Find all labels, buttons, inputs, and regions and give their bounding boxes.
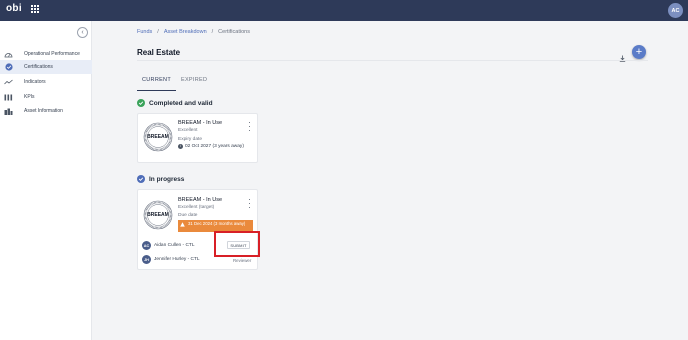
apps-grid-icon[interactable] [31,5,39,13]
breadcrumb-separator: / [211,29,214,35]
sidebar-item-indicators[interactable]: Indicators [0,75,92,89]
warning-icon [180,222,185,228]
seal-text: BREEAM [147,134,169,140]
tab-expired[interactable]: EXPIRED [176,74,212,91]
sidebar-item-label: Operational Performance [24,51,80,57]
section-completed-header: Completed and valid [137,99,213,107]
expiry-label: Expiry date [178,137,202,142]
certification-rating: Excellent (target) [178,205,215,210]
divider [137,60,648,61]
download-icon[interactable] [619,49,626,62]
sidebar-item-label: KPIs [24,94,35,100]
assignee-row: AC Aidan Cullen - CTL [142,241,195,250]
breeam-seal-icon: BREEAM [143,200,173,230]
certification-rating: Excellent [178,128,198,133]
section-in-progress-header: In progress [137,175,184,183]
sidebar-item-certifications[interactable]: Certifications [0,60,92,74]
certification-name: BREEAM - In Use [178,120,223,126]
tab-current[interactable]: CURRENT [137,74,176,91]
check-circle-icon [4,63,13,71]
avatar: JH [142,255,151,264]
certification-card-completed[interactable]: BREEAM BREEAM - In Use Excellent Expiry … [137,113,258,163]
check-circle-icon [137,175,145,183]
page-title: Real Estate [137,48,181,57]
due-date-label: Due date [178,213,198,218]
gauge-icon [4,50,13,58]
info-icon: i [178,144,183,149]
breadcrumb-asset-breakdown[interactable]: Asset Breakdown [164,29,207,35]
highlight-box [214,231,260,257]
sidebar-item-label: Certifications [24,64,53,70]
top-bar: obi AC [0,0,688,21]
breadcrumb: Funds / Asset Breakdown / Certifications [137,29,250,35]
sidebar-item-label: Asset Information [24,108,63,114]
breadcrumb-separator: / [157,29,159,35]
trend-line-icon [4,78,13,86]
assignee-name: Aidan Cullen - CTL [154,243,195,248]
user-avatar[interactable]: AC [668,3,683,18]
expiry-date: i 02 Oct 2027 (3 years away) [178,144,244,149]
avatar: AC [142,241,151,250]
sidebar-item-kpis[interactable]: KPIs [0,90,92,104]
main-content: Funds / Asset Breakdown / Certifications… [92,21,688,340]
expiry-value: 02 Oct 2027 (3 years away) [185,144,244,149]
collapse-sidebar-button[interactable]: ‹ [77,27,88,38]
app-logo[interactable]: obi [6,3,22,14]
more-options-icon[interactable] [248,122,251,131]
section-title: Completed and valid [149,99,213,107]
sidebar-item-operational-performance[interactable]: Operational Performance [0,47,92,61]
seal-text: BREEAM [147,212,169,218]
assignee-row: JH Jennifer Hurley - CTL [142,255,200,264]
due-date-value: 31 Dec 2024 (3 months away) [188,221,246,226]
check-circle-icon [137,99,145,107]
reviewer-label: Reviewer [233,258,252,263]
breadcrumb-funds[interactable]: Funds [137,29,152,35]
buildings-icon [4,107,13,115]
section-title: In progress [149,175,185,183]
bars-icon [4,93,13,101]
sidebar-item-asset-information[interactable]: Asset Information [0,104,92,118]
sidebar: ‹ Operational Performance Certifications… [0,21,92,340]
sidebar-item-label: Indicators [24,79,46,85]
tab-bar: CURRENT EXPIRED [137,74,212,91]
add-certification-button[interactable]: + [632,45,646,59]
breadcrumb-certifications: Certifications [218,29,250,35]
certification-card-in-progress[interactable]: BREEAM BREEAM - In Use Excellent (target… [137,189,258,270]
assignee-name: Jennifer Hurley - CTL [154,257,200,262]
breeam-seal-icon: BREEAM [143,122,173,152]
certification-name: BREEAM - In Use [178,197,223,203]
more-options-icon[interactable] [248,199,251,208]
